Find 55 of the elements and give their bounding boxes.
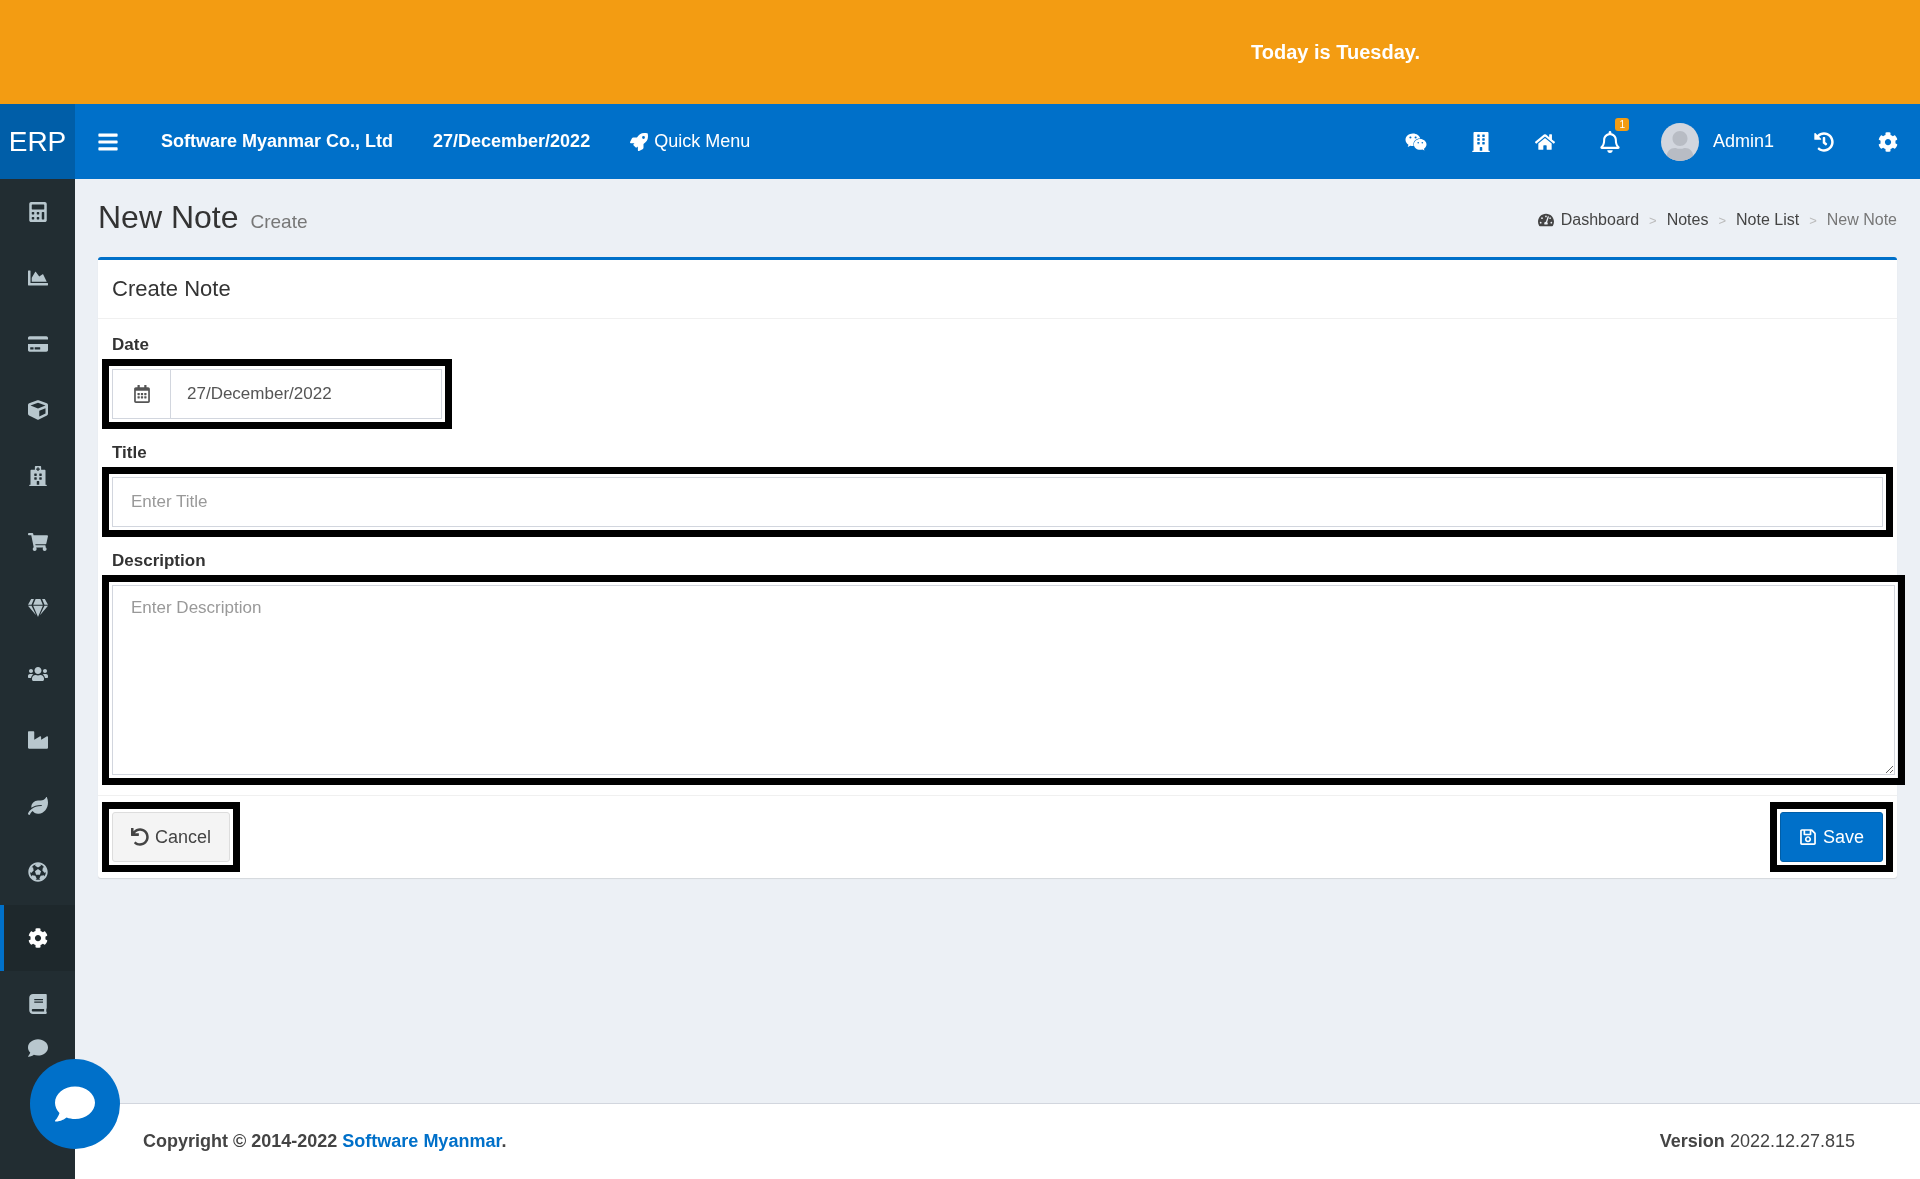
building-icon — [1470, 131, 1491, 152]
card-title: Create Note — [112, 276, 232, 302]
save-button[interactable]: Save — [1779, 812, 1883, 862]
field-label: Description — [112, 551, 207, 571]
notification-count: 1 — [1615, 118, 1629, 131]
cart-icon — [27, 532, 48, 552]
sidebar-item[interactable] — [0, 905, 75, 971]
credit-card-icon — [27, 334, 48, 354]
breadcrumb-link[interactable]: Notes — [1666, 211, 1709, 229]
gem-icon — [27, 598, 48, 618]
breadcrumb-separator: > — [1649, 212, 1657, 228]
calculator-icon — [27, 202, 48, 222]
footer-link[interactable]: Software Myanmar — [342, 1131, 502, 1151]
rocket-icon — [630, 132, 649, 151]
breadcrumb-separator: > — [1718, 212, 1726, 228]
book-icon — [27, 994, 48, 1014]
calendar-icon — [132, 385, 151, 403]
area-chart-icon — [27, 268, 48, 288]
leaf-icon — [27, 796, 48, 816]
football-icon — [27, 862, 48, 882]
description-input[interactable]: Enter Description — [112, 585, 1895, 775]
page-title: New Note — [98, 199, 239, 236]
comment-icon — [27, 1038, 48, 1058]
date-field[interactable]: 27/December/2022 — [112, 369, 442, 419]
cube-icon — [27, 400, 48, 420]
field-label: Date — [112, 335, 150, 355]
settings-icon — [27, 928, 48, 948]
users-icon — [27, 664, 48, 684]
breadcrumb-link[interactable]: New Note — [1826, 211, 1897, 229]
user-menu[interactable]: Admin1 — [1642, 104, 1792, 179]
undo-icon — [131, 828, 149, 846]
save-icon — [1798, 828, 1817, 846]
factory-icon — [27, 730, 48, 750]
home-icon — [1534, 131, 1555, 152]
history-icon — [1814, 131, 1834, 152]
version-text: Version 2022.12.27.815 — [1659, 1131, 1855, 1152]
page-subtitle: Create — [250, 211, 308, 233]
copyright-text: Copyright © 2014-2022 Software Myanmar. — [143, 1131, 507, 1152]
settings-icon — [1878, 131, 1898, 152]
speech-bubble-icon — [55, 1084, 95, 1124]
dashboard-icon — [1537, 212, 1554, 228]
breadcrumb-link[interactable]: Dashboard — [1537, 211, 1640, 229]
title-input[interactable]: Enter Title — [112, 477, 1883, 527]
bell-icon — [1598, 130, 1621, 153]
breadcrumb-separator: > — [1809, 212, 1817, 228]
quick-menu-button[interactable]: Quick Menu — [610, 104, 771, 179]
field-label: Title — [112, 443, 148, 463]
cancel-button[interactable]: Cancel — [112, 812, 231, 862]
avatar-icon — [1660, 122, 1699, 161]
banner-text: Today is Tuesday. — [1251, 40, 1420, 64]
hospital-icon — [27, 466, 48, 486]
company-name[interactable]: Software Myanmar Co., Ltd — [141, 104, 414, 179]
date-link[interactable]: 27/December/2022 — [413, 104, 611, 179]
logo[interactable]: ERP — [0, 104, 75, 179]
breadcrumb-link[interactable]: Note List — [1736, 211, 1800, 229]
